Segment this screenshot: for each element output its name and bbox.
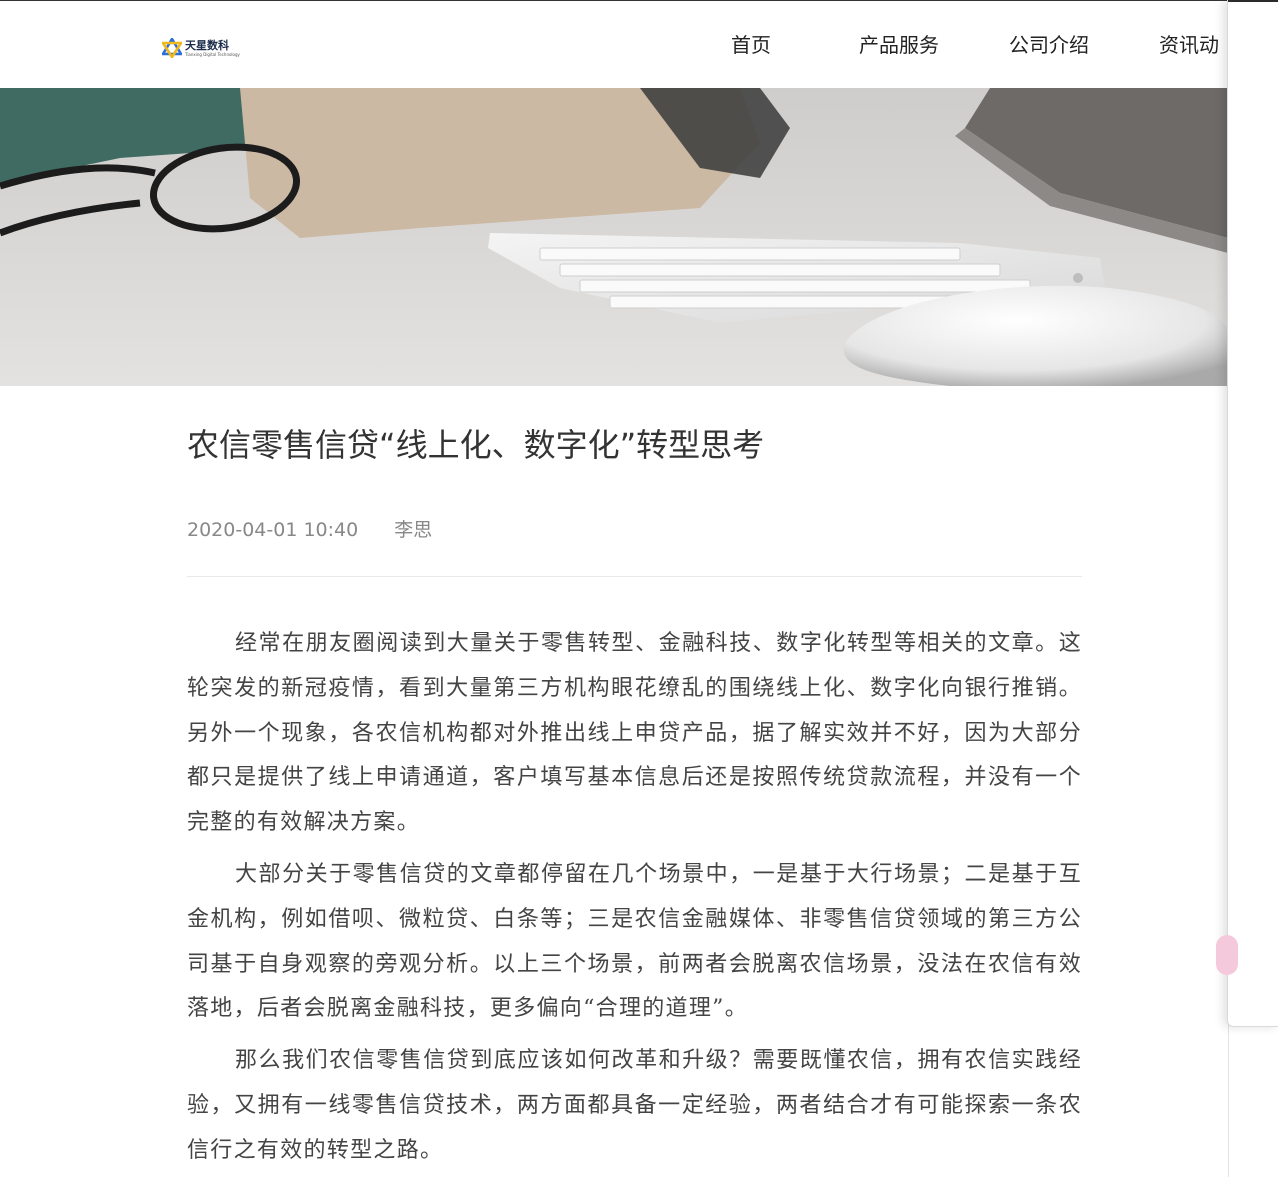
nav-products[interactable]: 产品服务 [859,31,939,59]
article-title: 农信零售信贷“线上化、数字化”转型思考 [187,426,765,464]
article-paragraph: 经常在朋友圈阅读到大量关于零售转型、金融科技、数字化转型等相关的文章。这轮突发的… [187,631,1082,836]
logo-star-icon [162,38,182,58]
side-panel-border [1228,0,1278,2]
nav-news[interactable]: 资讯动 [1159,31,1219,59]
site-logo[interactable]: 天星数科 Tianxing Digital Technology [162,35,240,61]
article-author: 李思 [394,519,433,541]
hero-banner [0,88,1228,386]
floating-chat-button[interactable] [1216,935,1238,975]
logo-tagline: Tianxing Digital Technology [185,51,240,57]
side-panel [1216,0,1278,1027]
nav-home[interactable]: 首页 [731,31,771,59]
article-body: 经常在朋友圈阅读到大量关于零售转型、金融科技、数字化转型等相关的文章。这轮突发的… [187,622,1082,1177]
nav-about[interactable]: 公司介绍 [1009,31,1089,59]
site-header: 天星数科 Tianxing Digital Technology 首页 产品服务… [0,0,1228,88]
page: 天星数科 Tianxing Digital Technology 首页 产品服务… [0,0,1229,1177]
logo-name: 天星数科 [185,38,229,52]
article-paragraph: 那么我们农信零售信贷到底应该如何改革和升级？需要既懂农信，拥有农信实践经验，又拥… [187,1048,1082,1163]
article-date: 2020-04-01 10:40 [187,519,359,541]
hero-desk-image [0,88,1228,386]
article-paragraph: 大部分关于零售信贷的文章都停留在几个场景中，一是基于大行场景；二是基于互金机构，… [187,861,1082,1022]
article-meta: 2020-04-01 10:40 李思 [187,515,432,545]
divider [187,576,1082,577]
